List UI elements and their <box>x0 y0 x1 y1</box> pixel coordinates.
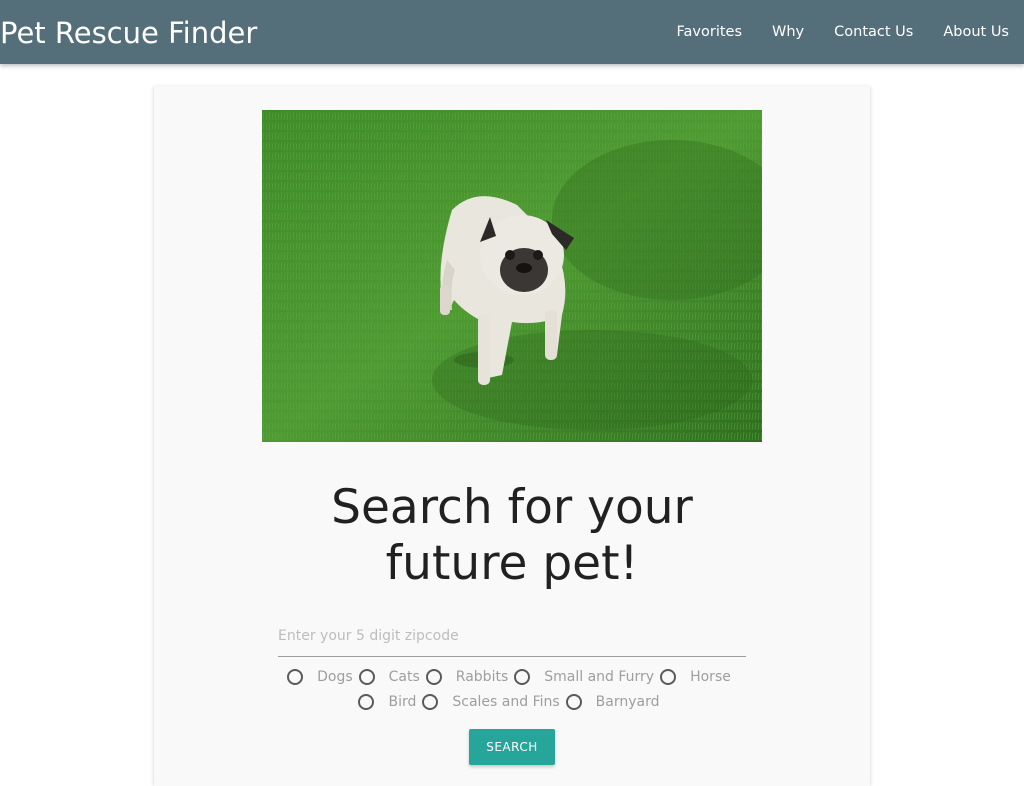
pug-photo <box>262 110 762 442</box>
radio-button-circle[interactable] <box>565 693 582 710</box>
radio-small-and-furry[interactable]: Small and Furry <box>514 664 660 689</box>
brand-logo-text[interactable]: Pet Rescue Finder <box>0 14 257 52</box>
top-navbar: Pet Rescue Finder Favorites Why Contact … <box>0 0 1024 64</box>
nav-link-about-us[interactable]: About Us <box>928 0 1024 64</box>
radio-button-circle[interactable] <box>358 693 375 710</box>
radio-rabbits[interactable]: Rabbits <box>425 664 514 689</box>
radio-barnyard[interactable]: Barnyard <box>565 689 666 714</box>
radio-bird[interactable]: Bird <box>358 689 422 714</box>
nav-links: Favorites Why Contact Us About Us <box>662 0 1024 64</box>
radio-label-dogs: Dogs <box>317 668 353 685</box>
zipcode-field-wrapper <box>278 618 746 657</box>
radio-scales-and-fins[interactable]: Scales and Fins <box>422 689 565 714</box>
nav-link-favorites[interactable]: Favorites <box>662 0 758 64</box>
page-heading: Search for your future pet! <box>154 480 870 592</box>
animal-type-radio-row-2: Bird Scales and Fins Barnyard <box>154 689 870 714</box>
animal-type-radio-row-1: Dogs Cats Rabbits Small and Furry Horse <box>154 664 870 689</box>
heading-line-2: future pet! <box>385 536 639 591</box>
radio-horse[interactable]: Horse <box>660 664 737 689</box>
radio-button-circle[interactable] <box>514 668 531 685</box>
heading-line-1: Search for your <box>331 480 693 535</box>
nav-link-contact-us[interactable]: Contact Us <box>819 0 928 64</box>
radio-button-circle[interactable] <box>425 668 442 685</box>
radio-label-scales-and-fins: Scales and Fins <box>452 693 560 710</box>
radio-button-circle[interactable] <box>660 668 677 685</box>
radio-button-circle[interactable] <box>287 668 304 685</box>
nav-link-why[interactable]: Why <box>757 0 819 64</box>
radio-cats[interactable]: Cats <box>358 664 426 689</box>
search-button[interactable]: SEARCH <box>469 729 555 765</box>
radio-label-barnyard: Barnyard <box>595 693 660 710</box>
radio-button-circle[interactable] <box>422 693 439 710</box>
zipcode-input[interactable] <box>278 618 746 654</box>
radio-label-cats: Cats <box>388 668 420 685</box>
radio-label-small-and-furry: Small and Furry <box>544 668 655 685</box>
radio-label-rabbits: Rabbits <box>455 668 509 685</box>
radio-label-horse: Horse <box>690 668 731 685</box>
search-card: Search for your future pet! Dogs Cats Ra… <box>154 86 870 786</box>
radio-button-circle[interactable] <box>358 668 375 685</box>
radio-label-bird: Bird <box>388 693 417 710</box>
radio-dogs[interactable]: Dogs <box>287 664 359 689</box>
